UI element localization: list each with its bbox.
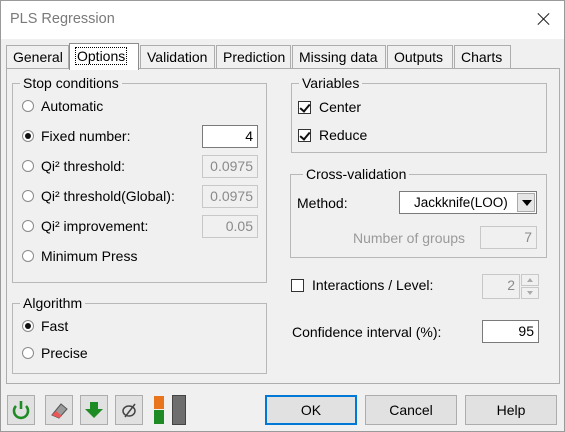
precise-label: Precise — [41, 345, 88, 361]
qi2-threshold-input[interactable]: 0.0975 — [202, 155, 258, 178]
reduce-label: Reduce — [319, 127, 368, 143]
qi2-threshold-global-radio[interactable] — [22, 190, 34, 202]
split-color-top — [154, 396, 164, 409]
algorithm-group: Algorithm — [12, 294, 267, 374]
fixed-number-input[interactable]: 4 — [202, 125, 258, 148]
eraser-icon — [51, 403, 68, 419]
stop-conditions-title: Stop conditions — [20, 74, 122, 92]
qi2-improvement-radio[interactable] — [22, 220, 34, 232]
download-arrow-icon — [85, 402, 103, 418]
fixed-number-radio[interactable] — [22, 130, 34, 142]
fixed-number-label: Fixed number: — [41, 128, 131, 144]
automatic-radio[interactable] — [22, 100, 34, 112]
automatic-label: Automatic — [41, 98, 104, 114]
qi2-improvement-label: Qi² improvement: — [41, 218, 149, 234]
minimum-press-label: Minimum Press — [41, 248, 138, 264]
method-select-value: Jackknife(LOO) — [414, 195, 508, 210]
tab-options-label: Options — [74, 47, 128, 65]
spin-up-icon[interactable] — [521, 274, 539, 286]
tab-missing-data[interactable]: Missing data — [292, 45, 386, 69]
load-button[interactable] — [80, 395, 108, 425]
interactions-level-spinner[interactable] — [521, 274, 539, 299]
qi2-threshold-label: Qi² threshold: — [41, 158, 126, 174]
tab-outputs[interactable]: Outputs — [387, 45, 453, 69]
tab-general[interactable]: General — [6, 45, 69, 69]
qi2-threshold-global-label: Qi² threshold(Global): — [41, 188, 175, 204]
minimum-press-radio[interactable] — [22, 250, 34, 262]
cancel-button[interactable]: Cancel — [365, 395, 457, 425]
pls-regression-dialog: PLS Regression General Options Validatio… — [0, 0, 565, 432]
reset-button[interactable] — [7, 395, 35, 425]
reduce-checkbox[interactable] — [298, 129, 311, 142]
number-of-groups-label: Number of groups — [353, 230, 466, 246]
center-checkbox[interactable] — [298, 101, 311, 114]
clear-button[interactable] — [45, 395, 73, 425]
center-label: Center — [319, 99, 362, 115]
cross-validation-title: Cross-validation — [303, 165, 410, 183]
interactions-label: Interactions / Level: — [312, 277, 434, 293]
tab-charts[interactable]: Charts — [454, 45, 511, 69]
side-panel-toggle[interactable] — [172, 395, 186, 425]
fast-radio[interactable] — [22, 320, 34, 332]
interactions-checkbox[interactable] — [291, 279, 304, 292]
split-color-icon[interactable] — [152, 395, 166, 425]
chevron-down-icon[interactable] — [517, 193, 535, 212]
spin-down-icon[interactable] — [521, 287, 539, 299]
window-title: PLS Regression — [10, 11, 115, 27]
qi2-threshold-radio[interactable] — [22, 160, 34, 172]
algorithm-title: Algorithm — [20, 294, 86, 312]
fast-label: Fast — [41, 318, 69, 334]
qi2-threshold-global-input[interactable]: 0.0975 — [202, 185, 258, 208]
tab-options[interactable]: Options — [69, 43, 139, 70]
method-label: Method: — [297, 195, 348, 211]
confidence-interval-input[interactable]: 95 — [482, 320, 539, 343]
tools-button[interactable] — [115, 395, 143, 425]
confidence-interval-label: Confidence interval (%): — [292, 324, 442, 340]
tab-validation[interactable]: Validation — [140, 45, 215, 69]
close-icon[interactable] — [532, 7, 556, 31]
title-bar: PLS Regression — [1, 1, 564, 39]
interactions-level-input[interactable]: 2 — [482, 274, 520, 299]
split-color-bottom — [154, 410, 164, 424]
method-select[interactable]: Jackknife(LOO) — [399, 191, 537, 214]
reset-icon — [12, 401, 30, 420]
ok-button[interactable]: OK — [265, 395, 357, 425]
help-button[interactable]: Help — [465, 395, 557, 425]
precise-radio[interactable] — [22, 347, 34, 359]
tab-prediction[interactable]: Prediction — [216, 45, 291, 69]
qi2-improvement-input[interactable]: 0.05 — [202, 215, 258, 238]
settings-tool-icon — [122, 403, 136, 418]
variables-title: Variables — [299, 74, 363, 92]
number-of-groups-input[interactable]: 7 — [480, 226, 537, 249]
